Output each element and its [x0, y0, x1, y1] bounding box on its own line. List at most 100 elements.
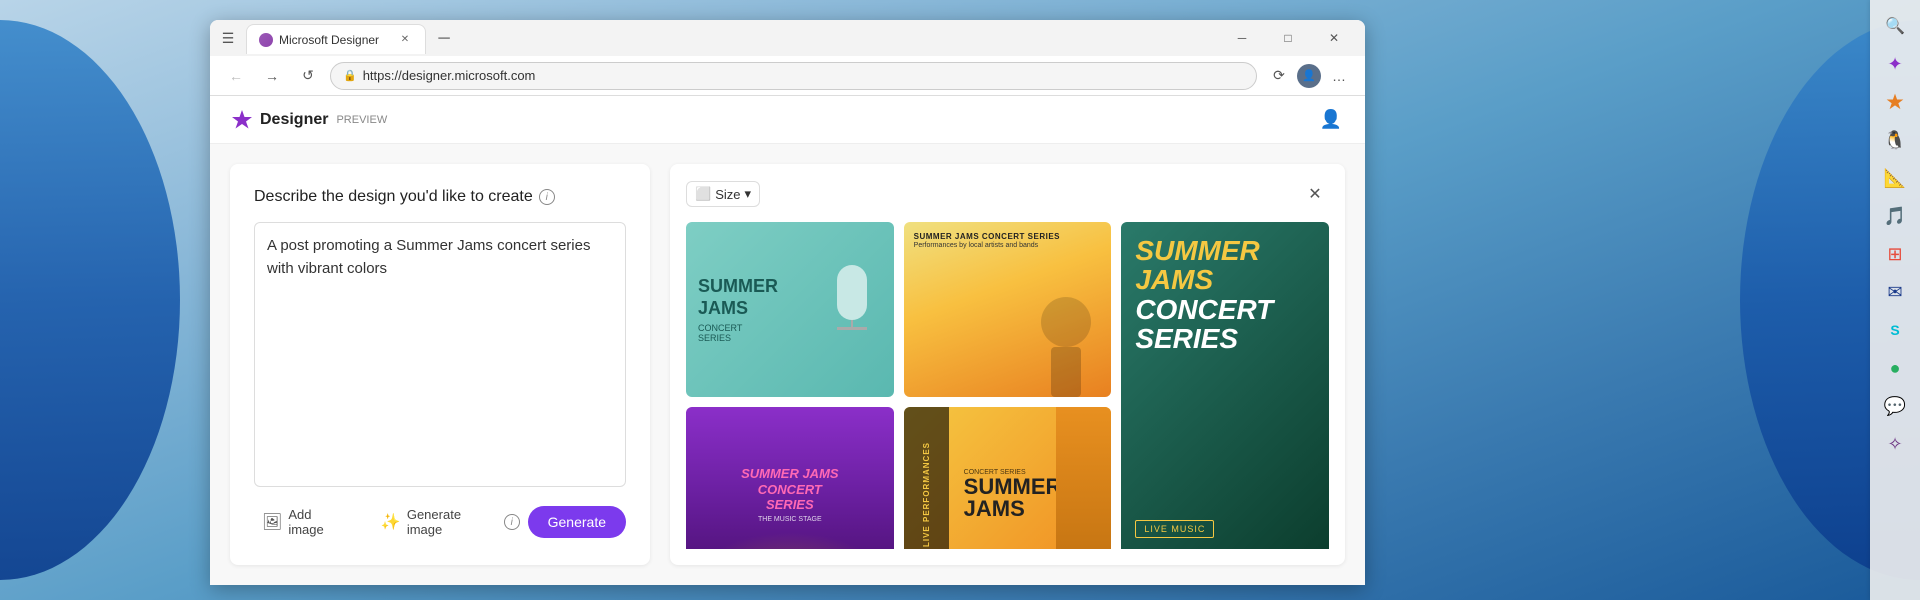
tab-close-button[interactable]: ✕ — [397, 32, 413, 48]
card-5-left-bar: LIVE PERFORMANCES — [904, 407, 949, 549]
more-options-button[interactable]: … — [1325, 62, 1353, 90]
card-3-subtitle: LIVE MUSIC — [1135, 520, 1214, 538]
size-icon: ⬜ — [695, 186, 711, 202]
browser-title-bar: ☰ Microsoft Designer ✕ ─ ─ □ ✕ — [210, 20, 1365, 56]
back-button[interactable]: ← — [222, 62, 250, 90]
card-3-title: SUMMERJAMSCONCERTSERIES — [1135, 236, 1315, 354]
generate-info-icon[interactable]: i — [504, 514, 520, 530]
url-bar[interactable]: 🔒 https://designer.microsoft.com — [330, 62, 1257, 90]
sidebar-designer-icon[interactable] — [1877, 84, 1913, 120]
minimize-button[interactable]: ─ — [1219, 20, 1265, 56]
add-image-button[interactable]: 🖼 Add image — [254, 503, 357, 541]
describe-title: Describe the design you'd like to create… — [254, 188, 626, 206]
maximize-button[interactable]: □ — [1265, 20, 1311, 56]
designer-app: Designer PREVIEW 👤 Describe the design y… — [210, 96, 1365, 585]
panel-footer: 🖼 Add image ✨ Generate image i Generate — [254, 503, 626, 541]
card-4-title: SUMMER JAMSCONCERTSERIES — [741, 466, 839, 513]
card-3-bottom: LIVE MUSIC — [1135, 519, 1315, 549]
results-header: ⬜ Size ▾ ✕ — [686, 180, 1329, 208]
size-selector[interactable]: ⬜ Size ▾ — [686, 181, 760, 207]
browser-tab[interactable]: Microsoft Designer ✕ — [246, 24, 426, 54]
describe-info-icon[interactable]: i — [539, 189, 555, 205]
refresh-icon[interactable]: ⟳ — [1265, 62, 1293, 90]
results-close-button[interactable]: ✕ — [1301, 180, 1329, 208]
mic-base — [837, 327, 867, 330]
browser-window: ☰ Microsoft Designer ✕ ─ ─ □ ✕ ← → ↺ 🔒 h… — [210, 20, 1365, 585]
designer-header: Designer PREVIEW 👤 — [210, 96, 1365, 144]
design-card-yellow-performer[interactable]: SUMMER JAMS CONCERT SERIES Performances … — [904, 222, 1112, 397]
card-1-title: SUMMERJAMS — [698, 276, 778, 319]
sidebar-paint-icon[interactable]: 📐 — [1877, 160, 1913, 196]
tab-area: Microsoft Designer ✕ ─ — [246, 23, 458, 53]
address-bar: ← → ↺ 🔒 https://designer.microsoft.com ⟳… — [210, 56, 1365, 96]
describe-textarea[interactable]: A post promoting a Summer Jams concert s… — [254, 222, 626, 487]
sidebar-designer-svg — [1885, 92, 1905, 112]
card-1-subtitle: CONCERTSERIES — [698, 323, 778, 343]
microphone-shape — [822, 250, 882, 370]
describe-panel: Describe the design you'd like to create… — [230, 164, 650, 565]
design-card-yellow-headphones[interactable]: LIVE PERFORMANCES CONCERT SERIES SUMMERJ… — [904, 407, 1112, 549]
lock-icon: 🔒 — [343, 69, 357, 82]
sidebar-office-icon[interactable]: ⊞ — [1877, 236, 1913, 272]
designs-grid: SUMMERJAMS CONCERTSERIES — [686, 222, 1329, 549]
crowd-bottom — [686, 542, 894, 549]
card-4-subtitle: THE MUSIC STAGE — [741, 516, 839, 523]
vertical-text: LIVE PERFORMANCES — [922, 442, 931, 547]
card-2-subtitle: Performances by local artists and bands — [914, 242, 1102, 249]
size-chevron-icon: ▾ — [744, 186, 751, 202]
sidebar-music-icon[interactable]: 🎵 — [1877, 198, 1913, 234]
person-illustration — [1056, 407, 1111, 549]
performer-body — [1051, 347, 1081, 397]
results-panel: ⬜ Size ▾ ✕ SUMMERJAMS CONCERTSERIES — [670, 164, 1345, 565]
card-2-text: SUMMER JAMS CONCERT SERIES Performances … — [914, 232, 1102, 249]
refresh-button[interactable]: ↺ — [294, 62, 322, 90]
generate-image-icon: ✨ — [381, 512, 401, 532]
windows-sidebar: 🔍 ✦ 🐧 📐 🎵 ⊞ ✉ S ● 💬 ✧ — [1870, 0, 1920, 600]
describe-title-text: Describe the design you'd like to create — [254, 188, 533, 206]
designer-main: Describe the design you'd like to create… — [210, 144, 1365, 585]
mic-body — [837, 265, 867, 320]
tab-label: Microsoft Designer — [279, 33, 391, 47]
sidebar-search-icon[interactable]: 🔍 — [1877, 8, 1913, 44]
generate-button[interactable]: Generate — [528, 506, 626, 538]
card-1-text: SUMMERJAMS CONCERTSERIES — [698, 276, 778, 343]
sidebar-copilot-icon[interactable]: ✦ — [1877, 46, 1913, 82]
sidebar-messenger-icon[interactable]: 💬 — [1877, 388, 1913, 424]
generate-image-button[interactable]: ✨ Generate image i — [373, 503, 528, 541]
designer-logo: Designer PREVIEW — [230, 108, 387, 132]
user-avatar[interactable]: 👤 — [1297, 64, 1321, 88]
browser-content: Designer PREVIEW 👤 Describe the design y… — [210, 96, 1365, 585]
footer-actions-left: 🖼 Add image ✨ Generate image i — [254, 503, 528, 541]
designer-name-label: Designer — [260, 111, 328, 129]
sidebar-app-icon[interactable]: ✧ — [1877, 426, 1913, 462]
sidebar-teams-icon[interactable]: 🐧 — [1877, 122, 1913, 158]
add-image-icon: 🖼 — [262, 512, 282, 532]
new-tab-button[interactable]: ─ — [430, 25, 458, 53]
title-bar-left: ☰ Microsoft Designer ✕ ─ — [218, 23, 1219, 53]
performer-illustration — [1036, 297, 1096, 387]
sidebar-outlook-icon[interactable]: ✉ — [1877, 274, 1913, 310]
tab-favicon — [259, 33, 273, 47]
add-image-label: Add image — [288, 507, 349, 537]
sidebar-skype-icon[interactable]: S — [1877, 312, 1913, 348]
design-card-big-green[interactable]: SUMMERJAMSCONCERTSERIES LIVE MUSIC — [1121, 222, 1329, 549]
performer-head — [1041, 297, 1091, 347]
address-bar-right: ⟳ 👤 … — [1265, 62, 1353, 90]
card-4-text: SUMMER JAMSCONCERTSERIES THE MUSIC STAGE — [741, 466, 839, 523]
card-2-title: SUMMER JAMS CONCERT SERIES — [914, 232, 1102, 241]
card-3-content: SUMMERJAMSCONCERTSERIES — [1135, 236, 1315, 354]
wing-left-decoration — [0, 0, 220, 600]
url-text: https://designer.microsoft.com — [363, 68, 536, 83]
design-card-teal-mic[interactable]: SUMMERJAMS CONCERTSERIES — [686, 222, 894, 397]
profile-button[interactable]: 👤 — [1317, 106, 1345, 134]
close-button[interactable]: ✕ — [1311, 20, 1357, 56]
generate-image-label: Generate image — [407, 507, 498, 537]
forward-button[interactable]: → — [258, 62, 286, 90]
design-card-purple-concert[interactable]: SUMMER JAMSCONCERTSERIES THE MUSIC STAGE — [686, 407, 894, 549]
window-icon: ☰ — [218, 28, 238, 48]
size-label: Size — [715, 187, 740, 202]
designer-logo-icon — [230, 108, 254, 132]
sidebar-spotify-icon[interactable]: ● — [1877, 350, 1913, 386]
window-controls: ─ □ ✕ — [1219, 20, 1357, 56]
preview-badge: PREVIEW — [336, 114, 387, 126]
